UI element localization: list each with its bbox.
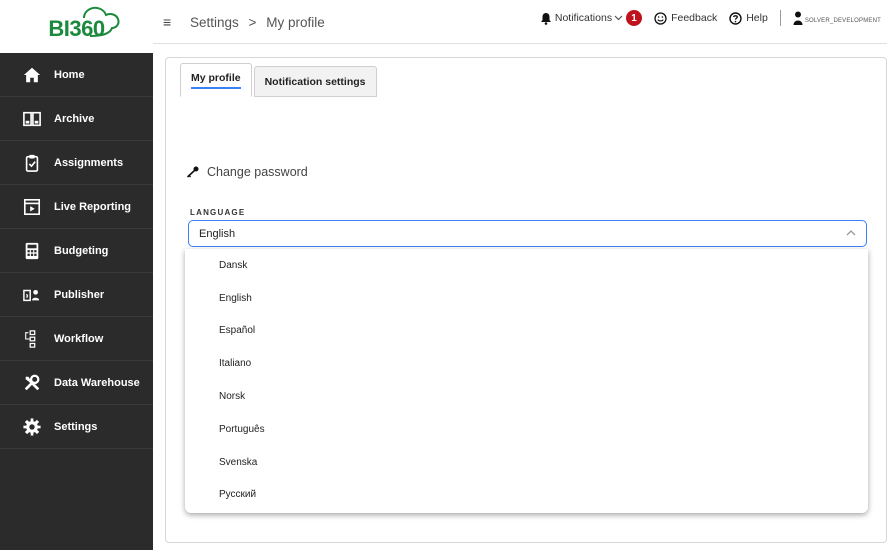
notifications-button[interactable]: Notifications 1 [540,10,643,26]
bell-icon [540,12,551,25]
breadcrumb: Settings > My profile [190,15,331,30]
user-icon [793,11,803,25]
calculator-icon [22,241,42,261]
tab-my-profile[interactable]: My profile [180,63,252,97]
tab-label: Notification settings [264,75,366,88]
sidebar-item-label: Publisher [54,288,105,301]
sidebar-item-label: Assignments [54,156,124,169]
user-menu[interactable]: SOLVER_DEVELOPMENT [793,11,881,25]
top-bar: ≡ Settings > My profile Notifications 1 … [153,0,887,44]
change-password-label: Change password [207,165,308,179]
language-option[interactable]: Dansk [185,249,868,282]
language-option[interactable]: English [185,282,868,315]
tools-icon [22,373,42,393]
sidebar-item-label: Archive [54,112,95,125]
breadcrumb-current: My profile [266,15,325,30]
workflow-icon [22,329,42,349]
gear-icon [22,417,42,437]
language-select[interactable]: English [188,220,867,247]
help-label: Help [746,12,768,24]
sidebar-item-budgeting[interactable]: Budgeting [0,229,153,273]
logo-text: BI360 [38,6,120,44]
sidebar-item-home[interactable]: Home [0,53,153,97]
smiley-icon [654,11,667,25]
breadcrumb-settings[interactable]: Settings [190,15,239,30]
sidebar-item-settings[interactable]: Settings [0,405,153,449]
cloud-icon [83,6,120,37]
language-option[interactable]: Русский [185,479,868,512]
top-bar-actions: Notifications 1 Feedback Help SOLVER_DEV… [528,10,881,26]
sidebar: BI360 Home Archive Assignments Live Repo… [0,0,153,550]
archive-icon [22,109,42,129]
feedback-label: Feedback [671,12,718,24]
language-option[interactable]: Español [185,315,868,348]
sidebar-item-assignments[interactable]: Assignments [0,141,153,185]
language-option[interactable]: Svenska [185,446,868,479]
help-icon [729,11,742,25]
live-reporting-icon [22,197,42,217]
home-icon [22,65,42,85]
sidebar-item-archive[interactable]: Archive [0,97,153,141]
menu-icon[interactable]: ≡ [163,14,171,30]
publisher-icon [22,285,42,305]
help-button[interactable]: Help [729,11,768,25]
sidebar-item-label: Settings [54,420,98,433]
chevron-up-icon [846,230,856,236]
key-icon [186,166,199,178]
language-option[interactable]: Italiano [185,347,868,380]
sidebar-item-data-warehouse[interactable]: Data Warehouse [0,361,153,405]
sidebar-item-label: Workflow [54,332,104,345]
app-window: BI360 Home Archive Assignments Live Repo… [0,0,887,550]
breadcrumb-separator: > [248,15,257,30]
language-selected-value: English [199,227,236,240]
chevron-down-icon [614,15,623,21]
change-password-link[interactable]: Change password [186,165,308,179]
tab-bar: My profile Notification settings [180,63,377,97]
language-option[interactable]: Norsk [185,380,868,413]
logo[interactable]: BI360 [0,0,153,53]
sidebar-item-workflow[interactable]: Workflow [0,317,153,361]
sidebar-nav: Home Archive Assignments Live Reporting [0,53,153,449]
sidebar-item-live-reporting[interactable]: Live Reporting [0,185,153,229]
clipboard-icon [22,153,42,173]
user-name: SOLVER_DEVELOPMENT [804,18,881,24]
tab-notification-settings[interactable]: Notification settings [253,66,377,97]
top-bar-divider [779,10,781,26]
sidebar-item-label: Data Warehouse [54,376,140,389]
sidebar-item-publisher[interactable]: Publisher [0,273,153,317]
profile-panel: My profile Notification settings Change … [165,57,887,543]
feedback-button[interactable]: Feedback [654,11,718,25]
notifications-label: Notifications [554,12,613,24]
sidebar-item-label: Budgeting [54,244,109,257]
sidebar-item-label: Home [54,68,85,81]
language-dropdown: Dansk English Español Italiano Norsk Por… [185,249,868,513]
language-label: LANGUAGE [190,208,246,217]
notification-count-badge: 1 [626,10,643,26]
sidebar-item-label: Live Reporting [54,200,132,213]
language-option[interactable]: Português [185,413,868,446]
tab-label: My profile [191,72,241,89]
